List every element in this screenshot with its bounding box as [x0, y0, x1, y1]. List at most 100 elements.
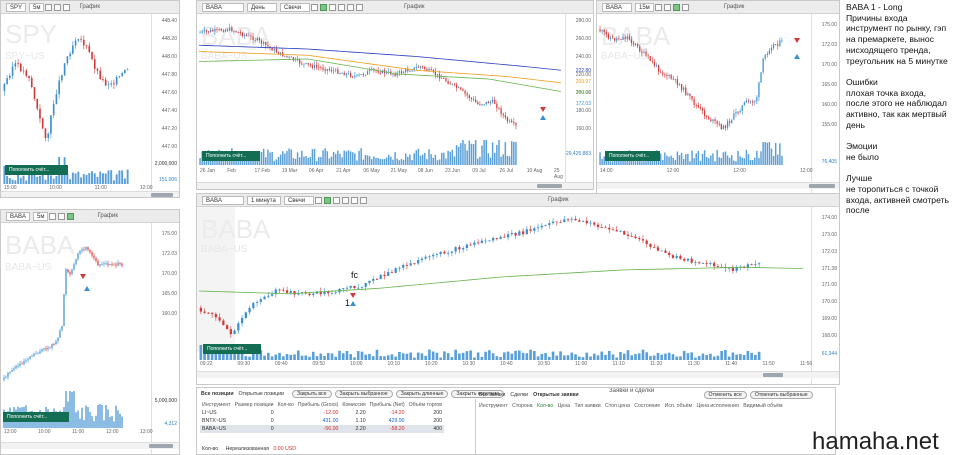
settings-icon[interactable]	[654, 3, 662, 11]
col-order-type[interactable]: Тип заявки	[575, 403, 601, 409]
mode-label[interactable]: График	[548, 197, 569, 203]
baba-1m-price-chart[interactable]	[197, 207, 809, 347]
style-select[interactable]: Свечи	[280, 2, 310, 12]
settings-icon[interactable]	[315, 196, 322, 204]
volume-bar	[453, 156, 456, 165]
col-fill-price[interactable]: Цена исполнения	[696, 403, 738, 409]
col-state[interactable]: Состояние	[634, 403, 660, 409]
candle	[491, 99, 494, 102]
symbol-field[interactable]: SPY	[6, 2, 27, 12]
col-commission[interactable]: Комиссия	[340, 401, 367, 409]
layout-icon[interactable]	[347, 3, 354, 11]
col-price[interactable]: Цена	[558, 403, 570, 409]
col-qty[interactable]: Кол-во	[537, 403, 553, 409]
horizontal-scrollbar[interactable]	[1, 442, 179, 449]
price-axis[interactable]: 448.40 448.20 448.00 447.80 447.60 447.40 447.…	[151, 14, 179, 197]
deposit-button[interactable]: Пополнить счёт...	[5, 165, 68, 175]
mode-label[interactable]: График	[79, 4, 100, 10]
price-axis[interactable]: 175.00 172.03 170.00 165.00 160.00 5,000,000 4…	[151, 223, 179, 454]
save-icon[interactable]	[356, 3, 363, 11]
cancel-all-button[interactable]: Отменить все	[703, 390, 747, 399]
mode-label[interactable]: График	[97, 213, 118, 219]
horizontal-scrollbar[interactable]	[197, 182, 593, 189]
tab-deals[interactable]: Сделки	[510, 392, 528, 398]
tab-open-positions[interactable]: Открытые позиции	[239, 391, 284, 397]
price-axis[interactable]: 280.00 260.00 240.00 220.00 200.00 180.00 160.…	[565, 14, 593, 189]
col-qty[interactable]: Кол-во	[276, 401, 296, 409]
deposit-button[interactable]: Пополнить счёт...	[203, 344, 261, 354]
candle	[634, 236, 637, 239]
close-long-button[interactable]: Закрыть длинные	[395, 389, 449, 398]
symbol-field[interactable]: BABA	[602, 2, 632, 12]
draw-icon[interactable]	[333, 196, 340, 204]
interval-select[interactable]: 5м	[33, 211, 49, 221]
style-select[interactable]: Свечи	[284, 195, 314, 205]
col-stop-price[interactable]: Стоп цена	[605, 403, 630, 409]
tab-all-orders[interactable]: Все заявки	[479, 392, 505, 398]
interval-select[interactable]: День	[247, 2, 277, 12]
baba-5m-price-chart[interactable]	[1, 223, 153, 388]
interval-select[interactable]: 5м	[29, 2, 45, 12]
horizontal-scrollbar[interactable]	[597, 182, 839, 189]
deposit-button[interactable]: Пополнить счёт...	[3, 412, 69, 422]
deposit-button[interactable]: Пополнить счёт...	[202, 151, 260, 161]
col-filled[interactable]: Исп. объём	[665, 403, 692, 409]
settings-icon[interactable]	[311, 3, 318, 11]
indicator-icon[interactable]	[320, 3, 327, 11]
price-axis[interactable]: 175.00 172.03 170.00 165.00 160.00 155.00 76,4…	[811, 14, 839, 195]
candle	[400, 71, 403, 74]
indicator-icon[interactable]	[324, 196, 331, 204]
brand-logo-text: hamaha.net	[812, 428, 939, 455]
compare-icon[interactable]	[338, 3, 345, 11]
deposit-button[interactable]: Пополнить счёт...	[605, 151, 660, 161]
close-all-button[interactable]: Закрыть все	[291, 389, 332, 398]
volume-bar	[121, 416, 123, 428]
candle	[41, 349, 43, 352]
symbol-field[interactable]: BABA	[202, 2, 244, 12]
indicator-icon[interactable]	[67, 212, 75, 220]
draw-icon[interactable]	[54, 3, 62, 11]
interval-select[interactable]: 1 минута	[247, 195, 281, 205]
horizontal-scrollbar[interactable]	[1, 191, 179, 197]
baba-day-price-chart[interactable]	[197, 14, 567, 139]
save-icon[interactable]	[360, 196, 367, 204]
table-row[interactable]: LI~US 0 -12.00 2.20 -14.20 200	[200, 409, 444, 417]
symbol-field[interactable]: BABA	[202, 195, 244, 205]
layout-icon[interactable]	[351, 196, 358, 204]
price-axis[interactable]: 174.00 173.00 172.03 171.38 171.00 170.00 169.…	[811, 207, 839, 384]
interval-select[interactable]: 15м	[635, 2, 654, 12]
baba-15m-price-chart[interactable]	[597, 14, 813, 141]
col-instrument[interactable]: Инструмент	[200, 401, 233, 409]
settings-icon[interactable]	[49, 212, 57, 220]
table-row[interactable]: BABA~US 0 -56.00 2.20 -58.20 400	[200, 425, 445, 433]
mode-label[interactable]: График	[724, 4, 745, 10]
cancel-selected-button[interactable]: Отменить выбранные	[749, 390, 813, 399]
indicator-icon[interactable]	[672, 3, 680, 11]
col-side[interactable]: Сторона	[512, 403, 532, 409]
col-gross[interactable]: Прибыль (Gross)	[296, 401, 341, 409]
mode-label[interactable]: График	[404, 4, 425, 10]
settings-icon[interactable]	[45, 3, 53, 11]
volume-bar	[508, 156, 511, 165]
compare-icon[interactable]	[342, 196, 349, 204]
col-visible[interactable]: Видимый объём	[743, 403, 782, 409]
close-selected-button[interactable]: Закрыть выбранное	[334, 389, 393, 398]
col-instrument[interactable]: Инструмент	[479, 403, 508, 409]
symbol-field[interactable]: BABA	[6, 211, 30, 221]
tab-open-orders[interactable]: Открытые заявки	[533, 392, 578, 398]
col-net[interactable]: Прибыль (Net)	[368, 401, 407, 409]
draw-icon[interactable]	[58, 212, 66, 220]
spy-price-chart[interactable]	[1, 14, 153, 154]
draw-icon[interactable]	[329, 3, 336, 11]
col-volume[interactable]: Объём торгов	[407, 401, 444, 409]
candle	[638, 238, 641, 240]
tab-all-positions[interactable]: Все позиции	[201, 391, 234, 397]
table-row[interactable]: BNTX~US 0 431.00 1.10 429.90 200	[200, 417, 444, 425]
volume-bar	[641, 349, 645, 360]
draw-icon[interactable]	[663, 3, 671, 11]
layout-icon[interactable]	[681, 3, 689, 11]
candle	[288, 56, 290, 58]
col-size[interactable]: Размер позиции	[233, 401, 276, 409]
horizontal-scrollbar[interactable]	[197, 371, 839, 378]
layout-icon[interactable]	[63, 3, 71, 11]
